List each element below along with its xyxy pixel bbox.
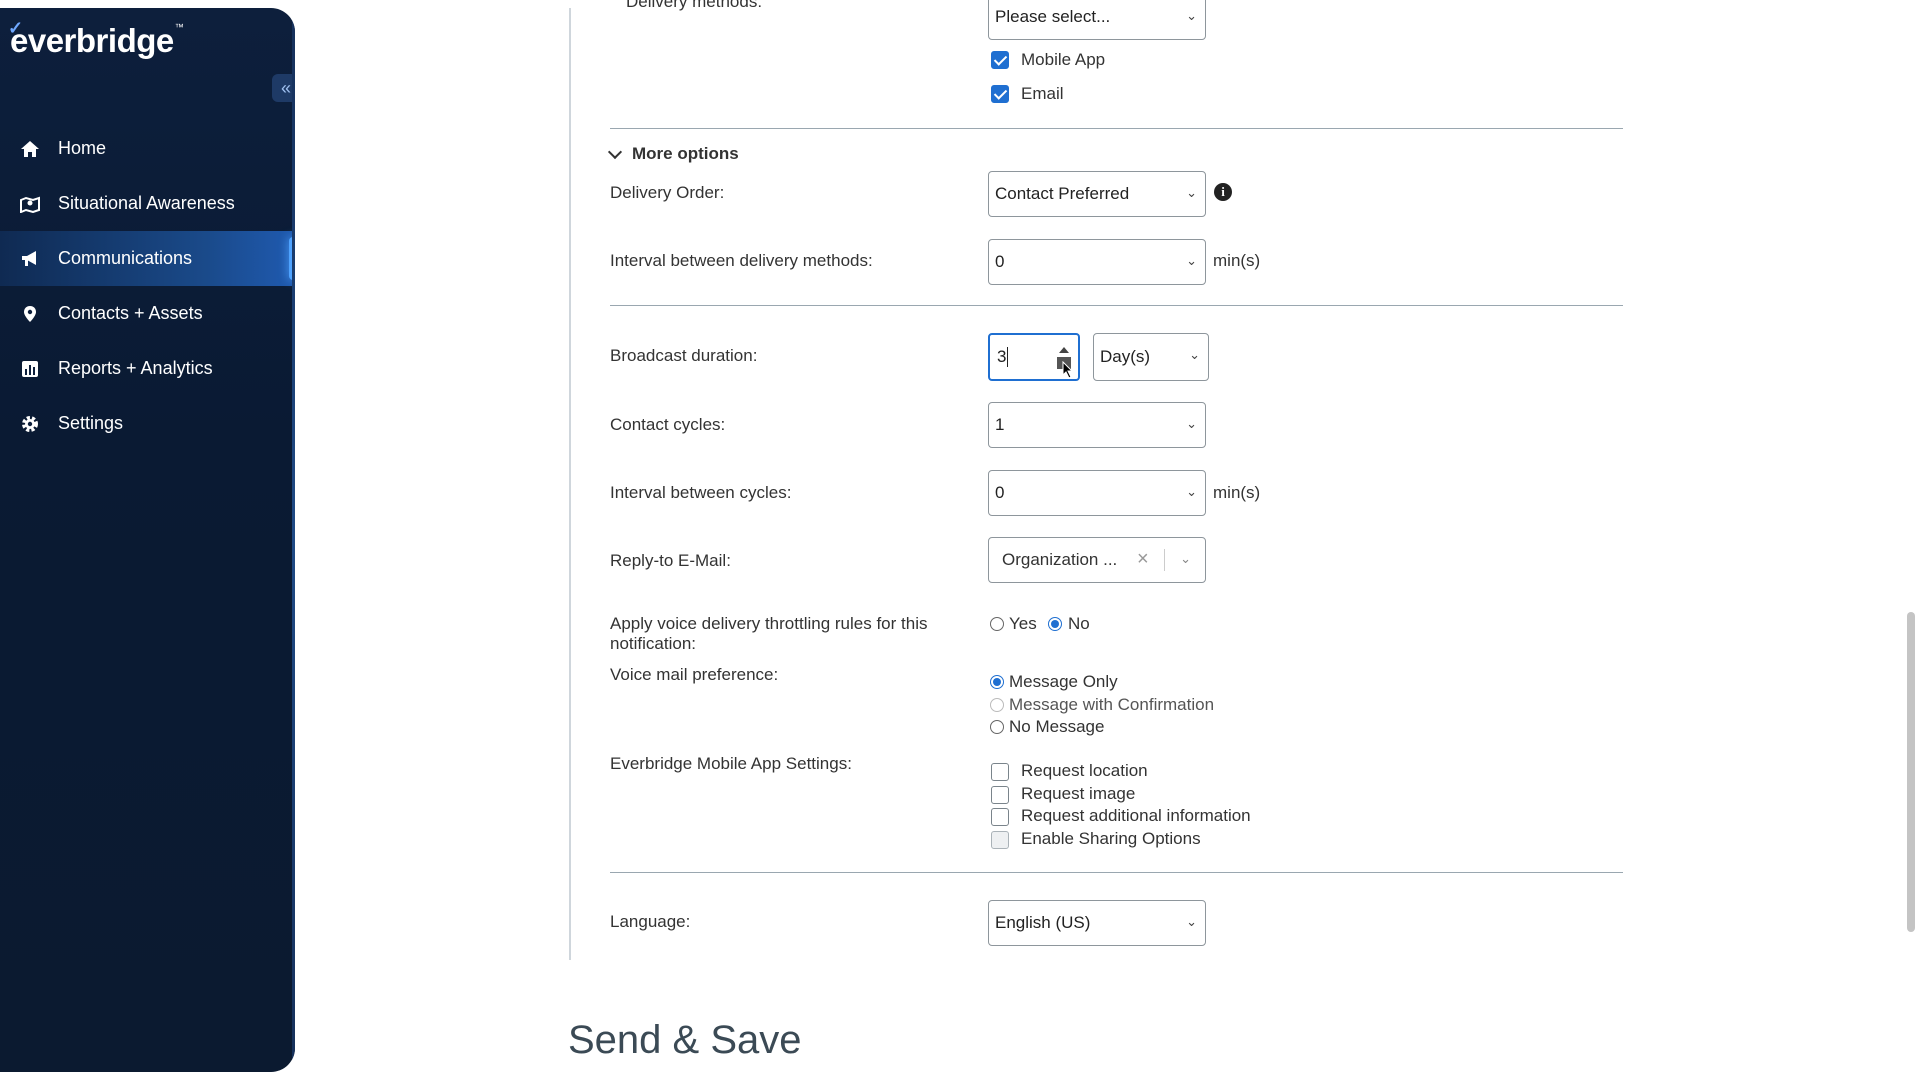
- contact-cycles-label: Contact cycles:: [610, 415, 726, 434]
- interval-methods-label: Interval between delivery methods:: [610, 251, 873, 270]
- throttling-no-radio[interactable]: [1048, 617, 1062, 631]
- request-additional-info-label: Request additional information: [1021, 806, 1251, 825]
- request-image-checkbox[interactable]: [991, 786, 1009, 804]
- sidebar-item-communications[interactable]: Communications: [0, 231, 295, 286]
- voicemail-no-message-radio[interactable]: [990, 720, 1004, 734]
- mobile-app-settings-label: Everbridge Mobile App Settings:: [610, 754, 852, 773]
- chevron-down-icon: ⌄: [1186, 185, 1197, 200]
- email-checkbox[interactable]: [991, 85, 1009, 103]
- double-chevron-left-icon: «: [280, 77, 291, 98]
- chevron-down-icon: ⌄: [1186, 253, 1197, 268]
- divider: [610, 128, 1623, 129]
- separator: [1164, 549, 1165, 571]
- section-border: [569, 8, 571, 960]
- throttling-yes-label: Yes: [1009, 614, 1037, 633]
- chevron-down-icon: ⌄: [1186, 914, 1197, 929]
- voicemail-no-message-label: No Message: [1009, 717, 1105, 736]
- sidebar: ✓ everbridge™ « Home Situational Awarene…: [0, 8, 295, 1072]
- throttling-no-label: No: [1068, 614, 1090, 633]
- contact-cycles-select[interactable]: 1 ⌄: [988, 402, 1206, 448]
- interval-cycles-label: Interval between cycles:: [610, 483, 792, 502]
- chevron-down-icon: ⌄: [1186, 8, 1197, 23]
- throttling-label-line1: Apply voice delivery throttling rules fo…: [610, 614, 928, 633]
- email-label: Email: [1021, 84, 1064, 103]
- request-location-checkbox[interactable]: [991, 763, 1009, 781]
- interval-methods-select[interactable]: 0 ⌄: [988, 239, 1206, 285]
- voicemail-message-only-radio[interactable]: [990, 675, 1004, 689]
- divider: [610, 305, 1623, 306]
- sidebar-item-situational-awareness[interactable]: Situational Awareness: [0, 176, 295, 231]
- mouse-cursor-icon: [1062, 361, 1074, 379]
- request-location-label: Request location: [1021, 761, 1148, 780]
- enable-sharing-checkbox[interactable]: [991, 831, 1009, 849]
- clear-icon[interactable]: ×: [1137, 548, 1149, 571]
- voicemail-message-confirmation-label: Message with Confirmation: [1009, 695, 1215, 714]
- request-image-label: Request image: [1021, 784, 1136, 803]
- throttling-label-line2: notification:: [610, 634, 696, 653]
- scrollbar[interactable]: [1907, 612, 1915, 932]
- reply-to-email-label: Reply-to E-Mail:: [610, 551, 731, 570]
- enable-sharing-label: Enable Sharing Options: [1021, 829, 1201, 848]
- delivery-methods-select[interactable]: Please select... ⌄: [988, 0, 1206, 40]
- interval-methods-unit: min(s): [1213, 251, 1261, 270]
- broadcast-duration-unit-select[interactable]: Day(s) ⌄: [1093, 333, 1209, 381]
- interval-cycles-select[interactable]: 0 ⌄: [988, 470, 1206, 516]
- map-icon: [20, 194, 40, 214]
- megaphone-icon: [20, 249, 40, 269]
- request-additional-info-checkbox[interactable]: [991, 808, 1009, 826]
- voicemail-label: Voice mail preference:: [610, 665, 779, 684]
- everbridge-logo[interactable]: ✓ everbridge™: [8, 18, 184, 60]
- stepper-up-icon: [1059, 347, 1069, 353]
- info-icon[interactable]: i: [1214, 183, 1232, 201]
- divider: [610, 872, 1623, 873]
- chevron-down-icon: ⌄: [1186, 416, 1197, 431]
- send-save-heading: Send & Save: [568, 1018, 802, 1062]
- location-pin-icon: [20, 304, 40, 324]
- language-select[interactable]: English (US) ⌄: [988, 900, 1206, 946]
- voicemail-message-confirmation-radio[interactable]: [990, 698, 1004, 712]
- delivery-order-select[interactable]: Contact Preferred ⌄: [988, 171, 1206, 217]
- chevron-down-icon: [607, 144, 623, 159]
- reply-to-email-select[interactable]: Organization ... × ⌄: [988, 537, 1206, 583]
- delivery-order-label: Delivery Order:: [610, 183, 725, 202]
- home-icon: [20, 139, 40, 159]
- broadcast-duration-label: Broadcast duration:: [610, 346, 758, 365]
- mobile-app-checkbox[interactable]: [991, 51, 1009, 69]
- more-options-toggle[interactable]: More options: [607, 144, 739, 164]
- delivery-methods-label: Delivery methods:: [626, 0, 763, 11]
- language-label: Language:: [610, 912, 691, 931]
- sidebar-item-reports-analytics[interactable]: Reports + Analytics: [0, 341, 295, 396]
- collapse-sidebar-button[interactable]: «: [272, 74, 295, 102]
- logo-check-icon: ✓: [8, 18, 23, 38]
- chart-icon: [20, 359, 40, 379]
- gear-icon: [20, 414, 40, 434]
- chevron-down-icon[interactable]: ⌄: [1180, 551, 1191, 567]
- sidebar-item-settings[interactable]: Settings: [0, 396, 295, 451]
- mobile-app-label: Mobile App: [1021, 50, 1106, 69]
- sidebar-item-home[interactable]: Home: [0, 121, 295, 176]
- sidebar-nav: Home Situational Awareness Communication…: [0, 121, 295, 451]
- voicemail-message-only-label: Message Only: [1009, 672, 1118, 691]
- sidebar-item-contacts-assets[interactable]: Contacts + Assets: [0, 286, 295, 341]
- chevron-down-icon: ⌄: [1189, 347, 1200, 362]
- chevron-down-icon: ⌄: [1186, 484, 1197, 499]
- interval-cycles-unit: min(s): [1213, 483, 1261, 502]
- throttling-yes-radio[interactable]: [990, 617, 1004, 631]
